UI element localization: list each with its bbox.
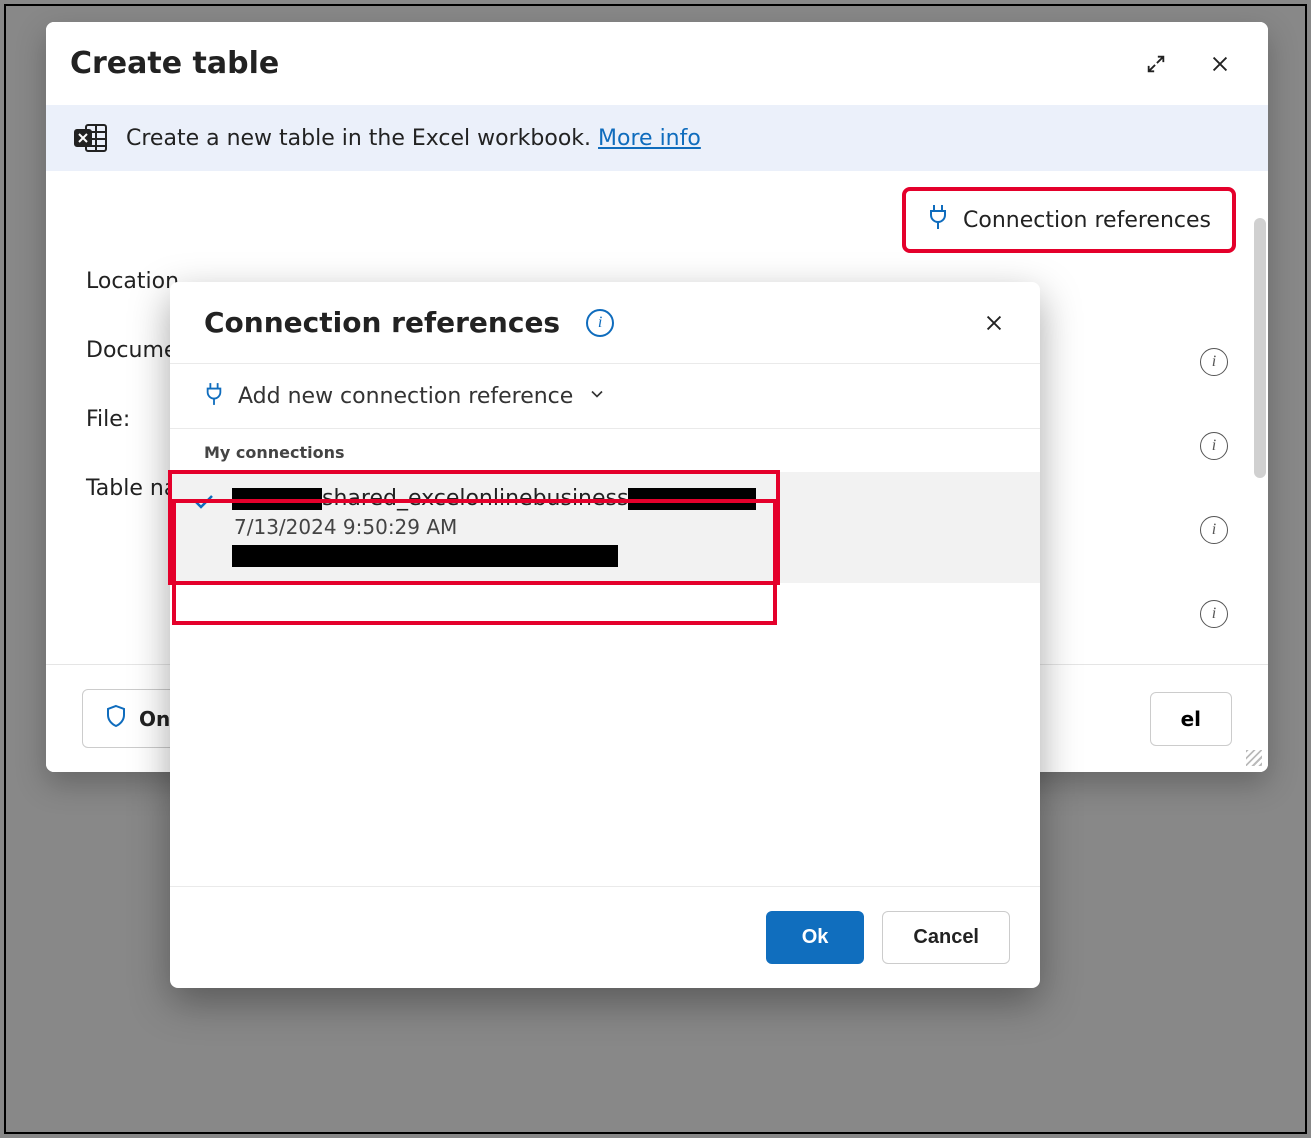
resize-grip[interactable] — [1244, 748, 1264, 768]
label-table: Table na — [86, 476, 177, 501]
banner-desc: Create a new table in the Excel workbook… — [126, 126, 591, 151]
sub-dialog-footer: Ok Cancel — [170, 886, 1040, 988]
connection-timestamp: 7/13/2024 9:50:29 AM — [232, 515, 1024, 539]
redacted-text — [232, 488, 322, 510]
sub-dialog-title: Connection references — [204, 306, 560, 339]
info-icon[interactable]: i — [1200, 516, 1228, 544]
banner-text: Create a new table in the Excel workbook… — [126, 126, 701, 151]
dialog-header: Create table — [46, 22, 1268, 105]
chevron-down-icon — [587, 384, 607, 408]
plug-icon — [927, 204, 949, 236]
conn-ref-label: Connection references — [963, 208, 1211, 233]
redacted-text — [232, 545, 618, 567]
add-label: Add new connection reference — [238, 384, 573, 409]
info-icon[interactable]: i — [586, 309, 614, 337]
redacted-text — [628, 488, 756, 510]
header-actions — [1144, 52, 1232, 76]
info-banner: Create a new table in the Excel workbook… — [46, 105, 1268, 171]
cancel-label-partial: el — [1181, 707, 1201, 731]
shield-icon — [105, 704, 127, 733]
plug-icon — [204, 382, 224, 410]
close-icon[interactable] — [982, 311, 1006, 335]
connection-item[interactable]: shared_excelonlinebusiness 7/13/2024 9:5… — [170, 472, 1040, 583]
connection-references-dialog: Connection references i Add new connecti… — [170, 282, 1040, 988]
sub-dialog-header: Connection references i — [170, 282, 1040, 364]
owner-label: On — [139, 707, 170, 731]
info-icon[interactable]: i — [1200, 348, 1228, 376]
connection-references-button[interactable]: Connection references — [904, 189, 1234, 251]
excel-icon — [74, 123, 108, 153]
connection-name-row: shared_excelonlinebusiness — [232, 486, 1024, 511]
cancel-button[interactable]: Cancel — [882, 911, 1010, 964]
label-location: Location — [86, 269, 179, 294]
conn-ref-button-row: Connection references — [46, 171, 1268, 251]
scrollbar-thumb[interactable] — [1254, 218, 1266, 478]
ok-button[interactable]: Ok — [766, 911, 865, 964]
label-document: Docume — [86, 338, 177, 363]
label-file: File: — [86, 407, 130, 432]
check-icon — [186, 486, 222, 514]
cancel-button-main[interactable]: el — [1150, 692, 1232, 746]
info-icon[interactable]: i — [1200, 432, 1228, 460]
more-info-link[interactable]: More info — [598, 126, 701, 151]
close-icon[interactable] — [1208, 52, 1232, 76]
my-connections-label: My connections — [170, 429, 1040, 472]
connection-detail: shared_excelonlinebusiness 7/13/2024 9:5… — [232, 486, 1024, 567]
connection-name-middle: shared_excelonlinebusiness — [322, 486, 628, 511]
add-connection-reference-button[interactable]: Add new connection reference — [170, 364, 1040, 429]
dialog-title: Create table — [70, 46, 279, 81]
expand-icon[interactable] — [1144, 52, 1168, 76]
info-icon[interactable]: i — [1200, 600, 1228, 628]
info-icon-column: i i i i — [1200, 348, 1228, 628]
